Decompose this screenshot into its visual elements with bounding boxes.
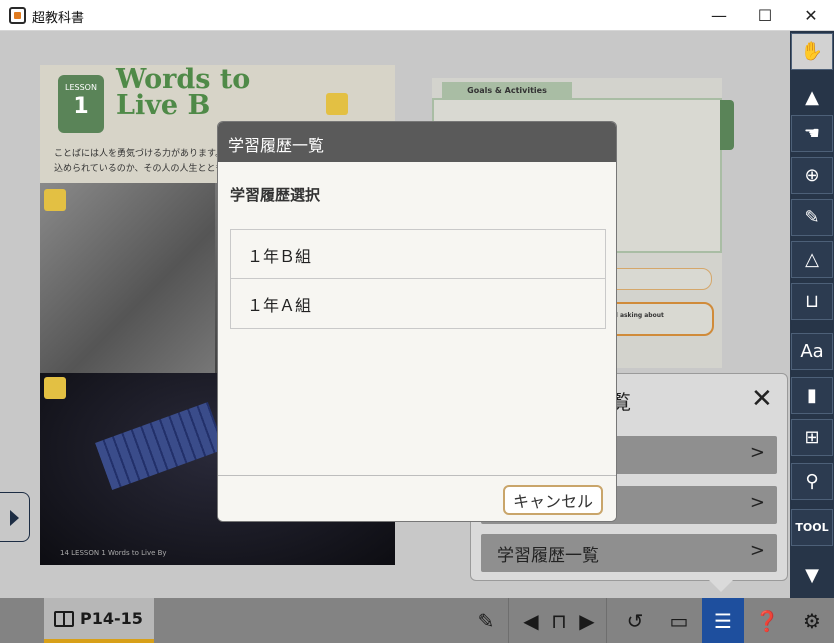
lesson-number: 1 (73, 94, 89, 119)
lesson-badge: LESSON 1 (58, 75, 104, 133)
hand-icon: ✋ (800, 41, 824, 62)
class-list: １年Ｂ組 １年Ａ組 (230, 229, 606, 329)
photo-helen-keller (40, 183, 215, 373)
eraser-tool-button[interactable]: ⊔ (791, 283, 833, 320)
page-footer: 14 LESSON 1 Words to Live By (60, 549, 167, 557)
pan-tool-button[interactable]: ☚ (791, 115, 833, 152)
close-window-button[interactable]: ✕ (788, 0, 834, 31)
mask-icon: ▮ (807, 385, 817, 406)
scroll-down-button[interactable]: ▼ (791, 557, 833, 594)
page-indicator[interactable]: P14-15 (44, 598, 154, 643)
book-icon (54, 610, 74, 627)
prev-bookmark-button[interactable]: ◀ (520, 598, 542, 643)
next-bookmark-button[interactable]: ▶ (576, 598, 598, 643)
list-icon: ☰ (714, 608, 732, 633)
link-icon: ⚲ (805, 471, 819, 492)
tool-panel: ✋ ▲ ☚ ⊕ ✎ △ ⊔ Aa ▮ ⊞ ⚲ TOOL ▼ (790, 31, 834, 598)
tool-menu-button[interactable]: TOOL (791, 509, 833, 546)
add-image-button[interactable]: ⊞ (791, 419, 833, 456)
list-menu-button[interactable]: ☰ (702, 598, 744, 643)
page-label: P14-15 (80, 609, 143, 628)
display-button[interactable]: ▭ (658, 598, 700, 643)
bookmark-button[interactable]: ⊓ (544, 598, 574, 643)
bottom-navigation-bar: P14-15 ✎ ◀ ⊓ ▶ ↺ ▭ ☰ ❓ ⚙ (0, 598, 834, 643)
monitor-icon: ▭ (669, 608, 689, 633)
note-button[interactable]: ✎ (466, 598, 506, 643)
dialog-footer: キャンセル (218, 475, 616, 521)
menu-pointer (709, 580, 733, 592)
goals-tab: Goals & Activities (442, 82, 572, 100)
lesson-label: LESSON (65, 83, 97, 92)
window-title: 超教科書 (32, 11, 85, 26)
triangle-up-icon: ▲ (805, 87, 819, 108)
cancel-button[interactable]: キャンセル (503, 485, 603, 515)
help-button[interactable]: ❓ (746, 598, 788, 643)
lesson-title: Words to Live B (116, 66, 250, 121)
history-button[interactable]: ↺ (614, 598, 656, 643)
text-icon: Aa (800, 341, 824, 362)
hand-tool-button[interactable]: ✋ (791, 33, 833, 70)
chevron-right-icon: > (749, 492, 765, 513)
satellite-image (95, 401, 225, 491)
close-icon[interactable]: ✕ (751, 384, 773, 414)
lesson-title-line2: Live B (116, 90, 211, 121)
settings-button[interactable]: ⚙ (790, 598, 834, 643)
menu-item-learning-history[interactable]: 学習履歴一覧 > (481, 534, 777, 572)
list-item-class-1a[interactable]: １年Ａ組 (231, 279, 605, 328)
video-icon[interactable] (326, 93, 348, 115)
zoom-tool-button[interactable]: ⊕ (791, 157, 833, 194)
window-titlebar: 超教科書 — ☐ ✕ (0, 0, 834, 31)
triangle-right-icon: ▶ (579, 608, 595, 633)
maximize-button[interactable]: ☐ (742, 0, 788, 31)
chevron-right-icon: > (749, 442, 765, 463)
gear-icon: ⚙ (803, 608, 821, 633)
zoom-in-icon: ⊕ (804, 165, 820, 186)
eraser-icon: ⊔ (804, 291, 820, 312)
hand-outline-icon: ☚ (803, 123, 821, 144)
minimize-button[interactable]: — (696, 0, 742, 31)
pencil-icon: ✎ (804, 207, 820, 228)
image-zoom-icon-2[interactable] (44, 377, 66, 399)
scroll-up-button[interactable]: ▲ (791, 79, 833, 116)
link-tool-button[interactable]: ⚲ (791, 463, 833, 500)
shape-tool-button[interactable]: △ (791, 241, 833, 278)
text-tool-button[interactable]: Aa (791, 333, 833, 370)
dialog-subtitle: 学習履歴選択 (230, 186, 321, 204)
memorize-tool-button[interactable]: ▮ (791, 377, 833, 414)
lesson-side-tab (720, 100, 734, 150)
separator (508, 598, 509, 643)
chevron-right-icon: > (749, 540, 765, 561)
help-icon: ❓ (754, 608, 780, 633)
prev-page-arrow[interactable] (0, 492, 30, 542)
list-item-class-1b[interactable]: １年Ｂ組 (231, 230, 605, 279)
add-image-icon: ⊞ (804, 427, 820, 448)
history-icon: ↺ (626, 608, 644, 633)
menu-item-label: 学習履歴一覧 (497, 546, 599, 566)
dialog-title: 学習履歴一覧 (218, 122, 616, 162)
shapes-icon: △ (805, 249, 819, 270)
triangle-left-icon: ◀ (523, 608, 539, 633)
app-logo-icon (9, 7, 26, 24)
learning-history-dialog: 学習履歴一覧 学習履歴選択 １年Ｂ組 １年Ａ組 キャンセル (217, 121, 617, 522)
separator (606, 598, 607, 643)
pen-tool-button[interactable]: ✎ (791, 199, 833, 236)
bookmark-icon: ⊓ (551, 608, 567, 633)
triangle-down-icon: ▼ (805, 565, 819, 586)
image-zoom-icon[interactable] (44, 189, 66, 211)
notebook-icon: ✎ (477, 608, 495, 633)
